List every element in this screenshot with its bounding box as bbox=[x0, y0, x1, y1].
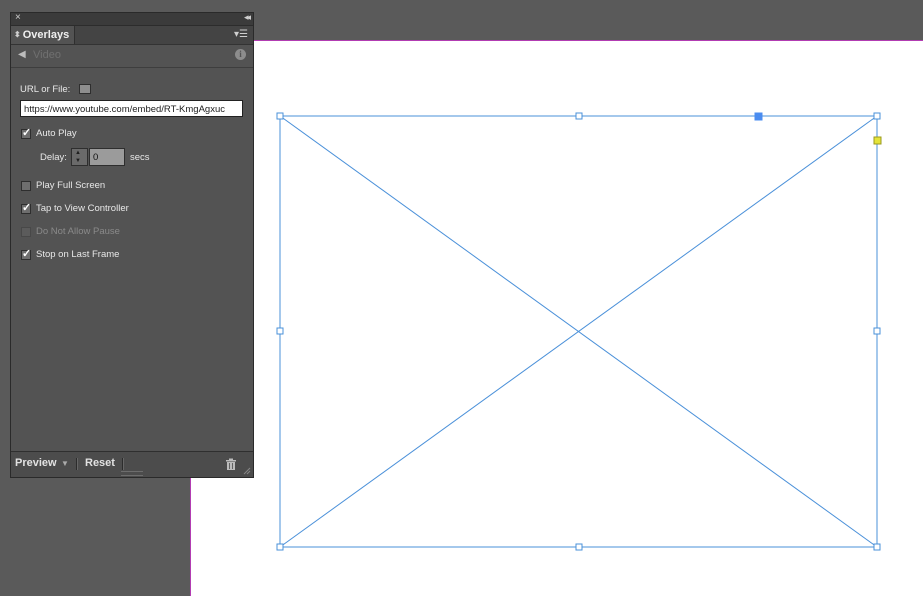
delay-field[interactable]: 0 bbox=[89, 148, 125, 166]
divider bbox=[76, 458, 78, 470]
stepper-down-icon[interactable]: ▼ bbox=[75, 158, 81, 164]
auto-play-checkbox[interactable]: ✓ bbox=[21, 126, 32, 139]
option-label: Stop on Last Frame bbox=[36, 249, 120, 260]
option-label: Play Full Screen bbox=[36, 180, 106, 191]
url-field[interactable]: https://www.youtube.com/embed/RT-KmgAgxu… bbox=[20, 100, 243, 117]
checkmark-icon: ✓ bbox=[22, 247, 32, 260]
collapse-icon[interactable]: ◂◂ bbox=[244, 12, 251, 23]
checkmark-icon: ✓ bbox=[22, 126, 32, 139]
panel-menu-icon[interactable]: ▾☰ bbox=[234, 29, 248, 40]
live-corner-handle bbox=[873, 136, 882, 145]
handle-bottom-left bbox=[276, 543, 284, 551]
do-not-allow-pause-checkbox bbox=[21, 226, 31, 237]
content-grabber-handle bbox=[754, 112, 763, 121]
trash-icon[interactable] bbox=[225, 458, 237, 470]
preview-button[interactable]: Preview bbox=[15, 457, 57, 469]
delay-label: Delay: bbox=[40, 152, 67, 163]
panel-tab-row: ⬍ Overlays ▾☰ bbox=[11, 26, 253, 45]
handle-middle-left bbox=[276, 327, 284, 335]
handle-top-left bbox=[276, 112, 284, 120]
handle-top-right bbox=[873, 112, 881, 120]
overlay-type-row: ◀ Video i bbox=[11, 45, 253, 68]
auto-play-option[interactable]: ✓ Auto Play bbox=[21, 126, 77, 139]
tab-toggle-icon: ⬍ bbox=[14, 30, 21, 39]
overlay-type-label: Video bbox=[33, 49, 61, 61]
panel-titlebar: × ◂◂ bbox=[11, 12, 253, 26]
delay-stepper[interactable]: ▲ ▼ bbox=[71, 148, 88, 166]
handle-top-middle bbox=[575, 112, 583, 120]
tap-to-view-controller-checkbox[interactable]: ✓ bbox=[21, 201, 32, 214]
stop-on-last-frame-option[interactable]: ✓ Stop on Last Frame bbox=[21, 247, 120, 260]
resize-grip-icon[interactable] bbox=[243, 467, 251, 475]
chevron-down-icon[interactable]: ▼ bbox=[61, 459, 69, 468]
stop-on-last-frame-checkbox[interactable]: ✓ bbox=[21, 247, 32, 260]
folder-icon[interactable] bbox=[79, 84, 91, 94]
divider bbox=[122, 458, 124, 470]
close-icon[interactable]: × bbox=[15, 12, 21, 23]
tap-to-view-controller-option[interactable]: ✓ Tap to View Controller bbox=[21, 201, 129, 214]
delay-unit: secs bbox=[130, 152, 150, 163]
do-not-allow-pause-option: Do Not Allow Pause bbox=[21, 226, 120, 237]
tab-overlays[interactable]: ⬍ Overlays bbox=[11, 26, 75, 44]
panel-resize-handle[interactable] bbox=[121, 471, 143, 476]
option-label: Tap to View Controller bbox=[36, 203, 129, 214]
checkmark-icon: ✓ bbox=[22, 201, 32, 214]
handle-bottom-middle bbox=[575, 543, 583, 551]
handle-bottom-right bbox=[873, 543, 881, 551]
handle-middle-right bbox=[873, 327, 881, 335]
info-icon[interactable]: i bbox=[235, 49, 246, 60]
play-full-screen-option[interactable]: Play Full Screen bbox=[21, 180, 105, 191]
play-full-screen-checkbox[interactable] bbox=[21, 180, 31, 191]
tab-label: Overlays bbox=[22, 29, 70, 41]
stepper-up-icon[interactable]: ▲ bbox=[75, 150, 81, 156]
back-arrow-icon[interactable]: ◀ bbox=[18, 49, 26, 60]
option-label: Do Not Allow Pause bbox=[36, 226, 120, 237]
url-label: URL or File: bbox=[20, 84, 71, 95]
auto-play-label: Auto Play bbox=[36, 128, 77, 139]
overlays-panel: × ◂◂ ⬍ Overlays ▾☰ ◀ Video i URL or File… bbox=[10, 12, 254, 478]
reset-button[interactable]: Reset bbox=[85, 457, 115, 469]
